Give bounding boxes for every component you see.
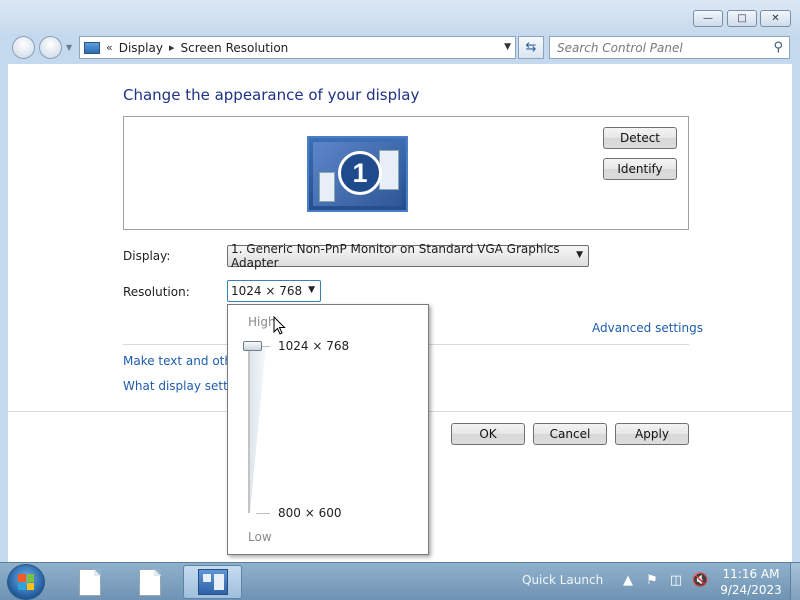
monitor-window-left bbox=[319, 172, 335, 202]
resolution-label: Resolution: bbox=[123, 285, 190, 299]
ok-button[interactable]: OK bbox=[451, 423, 525, 445]
taskbar: Quick Launch ▲ ⚑ ◫ 🔇 11:16 AM 9/24/2023 bbox=[0, 562, 800, 600]
chevron-down-icon: ▼ bbox=[308, 285, 315, 295]
control-panel-icon bbox=[84, 41, 100, 54]
address-bar-row: ▼ « Display ▸ Screen Resolution ▼ ⇆ ⚲ bbox=[0, 34, 800, 62]
control-panel-icon bbox=[197, 569, 228, 595]
refresh-icon: ⇆ bbox=[525, 40, 537, 55]
taskbar-app-document-1[interactable] bbox=[62, 565, 118, 599]
network-icon[interactable]: ◫ bbox=[668, 573, 684, 588]
resolution-slider-thumb[interactable] bbox=[243, 341, 262, 351]
monitor-screen: 1 bbox=[313, 142, 402, 206]
search-input[interactable] bbox=[557, 40, 767, 55]
identify-button[interactable]: Identify bbox=[603, 158, 677, 180]
display-select[interactable]: 1. Generic Non-PnP Monitor on Standard V… bbox=[227, 242, 589, 270]
close-button[interactable]: ✕ bbox=[760, 10, 791, 27]
apply-button[interactable]: Apply bbox=[615, 423, 689, 445]
resolution-high-label: High bbox=[248, 315, 276, 329]
close-icon: ✕ bbox=[771, 13, 780, 24]
search-box[interactable]: ⚲ bbox=[549, 36, 790, 59]
resolution-low-label: Low bbox=[248, 530, 272, 544]
slider-tick-bottom bbox=[256, 513, 270, 514]
maximize-icon: □ bbox=[737, 13, 747, 24]
document-icon bbox=[79, 568, 101, 596]
cancel-button[interactable]: Cancel bbox=[533, 423, 607, 445]
breadcrumb-screen-resolution[interactable]: Screen Resolution bbox=[181, 41, 289, 55]
clock-time: 11:16 AM bbox=[722, 567, 780, 581]
refresh-button[interactable]: ⇆ bbox=[518, 36, 544, 59]
detect-button[interactable]: Detect bbox=[603, 127, 677, 149]
start-button[interactable] bbox=[7, 564, 45, 600]
title-bar[interactable]: — □ ✕ bbox=[0, 0, 800, 34]
recent-pages-dropdown-icon[interactable]: ▼ bbox=[66, 43, 72, 52]
resolution-option-top[interactable]: 1024 × 768 bbox=[278, 339, 349, 353]
taskbar-app-control-panel[interactable] bbox=[183, 565, 242, 599]
minimize-button[interactable]: — bbox=[693, 10, 723, 27]
system-clock[interactable]: 11:16 AM 9/24/2023 bbox=[716, 566, 786, 598]
forward-button[interactable] bbox=[39, 36, 62, 59]
clock-date: 9/24/2023 bbox=[720, 583, 782, 597]
monitor-1-icon[interactable]: 1 bbox=[307, 136, 408, 212]
search-icon[interactable]: ⚲ bbox=[773, 40, 783, 55]
monitor-window-right bbox=[379, 150, 399, 190]
resolution-select-value: 1024 × 768 bbox=[231, 284, 303, 298]
display-select-value: 1. Generic Non-PnP Monitor on Standard V… bbox=[231, 242, 560, 270]
address-bar[interactable]: « Display ▸ Screen Resolution ▼ bbox=[79, 36, 516, 59]
display-label: Display: bbox=[123, 249, 171, 263]
monitor-preview-box: 1 Detect Identify bbox=[123, 116, 689, 230]
back-button[interactable] bbox=[12, 36, 35, 59]
resolution-slider-track[interactable] bbox=[248, 345, 250, 513]
page-title: Change the appearance of your display bbox=[123, 86, 420, 104]
slider-track-shade bbox=[250, 345, 266, 513]
address-dropdown-icon[interactable]: ▼ bbox=[504, 42, 511, 52]
minimize-icon: — bbox=[703, 13, 713, 24]
windows-logo-icon bbox=[18, 574, 34, 590]
action-center-flag-icon[interactable]: ⚑ bbox=[644, 573, 660, 588]
maximize-button[interactable]: □ bbox=[727, 10, 757, 27]
resolution-dropdown: High 1024 × 768 800 × 600 Low bbox=[227, 304, 429, 555]
volume-muted-icon[interactable]: 🔇 bbox=[692, 573, 708, 588]
breadcrumb-display[interactable]: Display bbox=[119, 41, 163, 55]
chevron-down-icon: ▼ bbox=[576, 250, 583, 260]
breadcrumb-overflow[interactable]: « bbox=[106, 41, 113, 54]
advanced-settings-link[interactable]: Advanced settings bbox=[592, 321, 703, 335]
breadcrumb-chevron-icon[interactable]: ▸ bbox=[169, 41, 175, 54]
monitor-number: 1 bbox=[338, 151, 382, 195]
quick-launch-toolbar[interactable]: Quick Launch bbox=[522, 573, 603, 587]
system-tray: ▲ ⚑ ◫ 🔇 bbox=[620, 573, 708, 588]
taskbar-app-document-2[interactable] bbox=[122, 565, 178, 599]
document-icon bbox=[139, 568, 161, 596]
resolution-option-bottom[interactable]: 800 × 600 bbox=[278, 506, 342, 520]
resolution-select[interactable]: 1024 × 768 ▼ bbox=[227, 280, 321, 302]
show-desktop-button[interactable] bbox=[790, 563, 800, 600]
show-hidden-icons-icon[interactable]: ▲ bbox=[620, 573, 636, 588]
